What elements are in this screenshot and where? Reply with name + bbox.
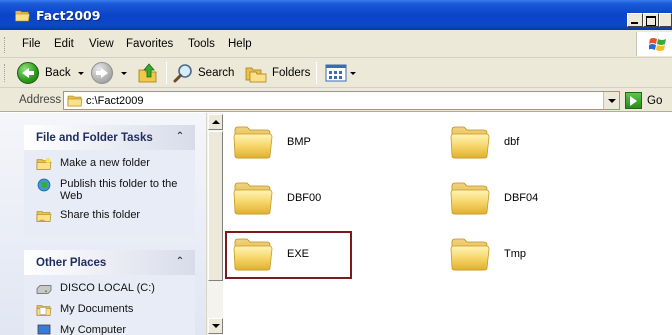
task-publish-folder-web[interactable]: Publish this folder to the Web: [24, 178, 195, 206]
scroll-down-button[interactable]: [208, 318, 223, 334]
folder-bmp[interactable]: BMP: [233, 124, 311, 160]
folders-label: Folders: [272, 67, 311, 79]
back-label: Back: [45, 67, 71, 79]
toolbar-separator: [166, 62, 167, 84]
window-title: Fact2009: [36, 8, 101, 23]
scroll-up-button[interactable]: [208, 114, 223, 130]
maximize-button[interactable]: [643, 13, 659, 27]
views-button[interactable]: [325, 61, 356, 85]
folder-icon: [233, 236, 273, 272]
windows-logo: [636, 32, 672, 56]
address-input[interactable]: c:\Fact2009: [63, 91, 620, 110]
address-bar: Address c:\Fact2009 Go: [0, 88, 672, 112]
my-documents-icon: [36, 303, 52, 317]
folder-name: EXE: [287, 248, 310, 260]
place-label: DISCO LOCAL (C:): [60, 282, 155, 294]
address-value: c:\Fact2009: [86, 95, 144, 107]
go-button[interactable]: Go: [625, 92, 662, 109]
scroll-thumb[interactable]: [208, 131, 223, 281]
task-label: Publish this folder to the Web: [60, 178, 178, 202]
folder-dbf00[interactable]: DBF00: [233, 180, 321, 216]
search-button[interactable]: Search: [172, 61, 234, 85]
close-button[interactable]: [659, 13, 672, 27]
chevron-down-icon[interactable]: [77, 71, 84, 75]
hard-drive-icon: [36, 285, 52, 294]
menu-tools[interactable]: Tools: [188, 38, 215, 50]
chevron-down-icon[interactable]: [121, 71, 127, 75]
folder-name: dbf: [504, 136, 520, 148]
task-make-new-folder[interactable]: Make a new folder: [24, 157, 195, 175]
folder-exe[interactable]: EXE: [233, 236, 309, 272]
place-my-computer[interactable]: My Computer: [24, 324, 195, 335]
go-label: Go: [647, 94, 663, 107]
folder-icon: [233, 124, 273, 160]
globe-icon: [37, 178, 51, 192]
folder-name: Tmp: [504, 248, 526, 260]
place-my-documents[interactable]: My Documents: [24, 303, 195, 321]
folder-icon: [450, 236, 490, 272]
collapse-chevron-icon[interactable]: ⌃: [173, 131, 187, 145]
folder-icon: [14, 9, 31, 22]
folder-tmp[interactable]: Tmp: [450, 236, 526, 272]
task-pane-scrollbar[interactable]: [206, 113, 223, 335]
place-local-disk[interactable]: DISCO LOCAL (C:): [24, 282, 195, 300]
folder-dbf[interactable]: dbf: [450, 124, 519, 160]
folder-name: DBF00: [287, 192, 322, 204]
address-dropdown-button[interactable]: [603, 92, 619, 109]
search-label: Search: [198, 67, 235, 79]
new-folder-icon: [36, 158, 52, 171]
folders-button[interactable]: Folders: [245, 61, 310, 85]
panel-header[interactable]: Other Places ⌃: [24, 250, 195, 275]
other-places-panel: Other Places ⌃ DISCO LOCAL (C:) My Docum…: [24, 250, 195, 335]
go-arrow-icon: [625, 92, 642, 109]
folder-contents: BMP dbf DBF00 DBF04 EXE Tmp: [223, 113, 672, 335]
folder-name: DBF04: [504, 192, 539, 204]
views-icon: [325, 64, 347, 82]
folder-icon: [450, 180, 490, 216]
folder-icon: [233, 180, 273, 216]
back-button[interactable]: Back: [17, 61, 84, 85]
menu-favorites[interactable]: Favorites: [126, 38, 173, 50]
file-folder-tasks-panel: File and Folder Tasks ⌃ Make a new folde…: [24, 125, 195, 236]
toolbar-separator: [316, 62, 317, 84]
menu-edit[interactable]: Edit: [54, 38, 74, 50]
place-label: My Computer: [60, 324, 127, 335]
search-icon: [173, 64, 192, 83]
task-pane: File and Folder Tasks ⌃ Make a new folde…: [0, 113, 206, 335]
address-label: Address: [19, 94, 62, 106]
menu-view[interactable]: View: [89, 38, 114, 50]
panel-title: File and Folder Tasks: [36, 132, 153, 144]
toolbar-grip: [4, 64, 7, 82]
panel-title: Other Places: [36, 257, 107, 269]
forward-button[interactable]: [91, 61, 127, 85]
menu-file[interactable]: File: [22, 38, 41, 50]
menu-bar: File Edit View Favorites Tools Help: [0, 30, 672, 58]
minimize-button[interactable]: [627, 13, 643, 27]
task-share-folder[interactable]: Share this folder: [24, 209, 195, 227]
folder-icon: [450, 124, 490, 160]
folder-dbf04[interactable]: DBF04: [450, 180, 538, 216]
share-folder-icon: [36, 209, 52, 223]
folders-icon: [245, 67, 267, 83]
up-folder-icon: [138, 63, 157, 83]
chevron-down-icon[interactable]: [350, 71, 356, 75]
standard-toolbar: Back Search Folders: [0, 58, 672, 88]
task-label: Make a new folder: [60, 157, 150, 169]
toolbar-grip: [4, 37, 7, 53]
title-bar: Fact2009: [0, 0, 672, 30]
collapse-chevron-icon[interactable]: ⌃: [173, 256, 187, 270]
up-folder-button[interactable]: [137, 61, 159, 85]
back-arrow-icon: [17, 62, 39, 84]
panel-header[interactable]: File and Folder Tasks ⌃: [24, 125, 195, 150]
folder-icon: [67, 94, 83, 107]
place-label: My Documents: [60, 303, 134, 315]
menu-help[interactable]: Help: [228, 38, 252, 50]
forward-arrow-icon: [91, 62, 113, 84]
task-label: Share this folder: [60, 209, 141, 221]
folder-name: BMP: [287, 136, 311, 148]
my-computer-icon: [37, 324, 51, 335]
windows-flag-icon: [649, 38, 666, 51]
